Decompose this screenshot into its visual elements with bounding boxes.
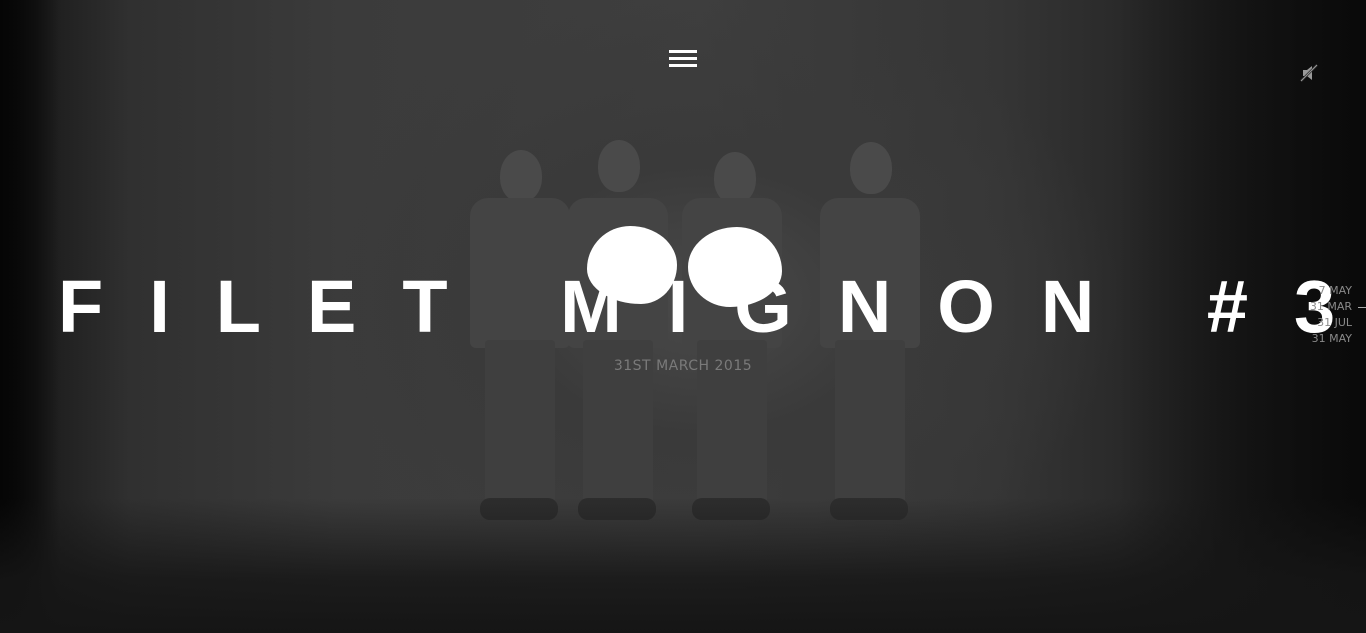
timeline-item[interactable]: 31 JUL xyxy=(1270,315,1352,331)
speaker-muted-icon xyxy=(1300,64,1318,82)
menu-button[interactable] xyxy=(667,47,699,71)
timeline-nav: 7 MAY 31 MAR 31 JUL 31 MAY xyxy=(1270,283,1366,347)
timeline-item[interactable]: 31 MAY xyxy=(1270,331,1352,347)
page-title: FILET MIGNON #3 xyxy=(58,265,1366,348)
hamburger-icon xyxy=(669,50,697,53)
sound-toggle-button[interactable] xyxy=(1300,64,1320,84)
hero-section: FILET MIGNON #3 31ST MARCH 2015 7 MAY 31… xyxy=(0,0,1366,633)
timeline-item[interactable]: 7 MAY xyxy=(1270,283,1352,299)
floor xyxy=(0,498,1366,633)
event-date: 31ST MARCH 2015 xyxy=(613,358,753,374)
timeline-item[interactable]: 31 MAR xyxy=(1270,299,1352,315)
timeline-indicator xyxy=(1358,307,1366,308)
